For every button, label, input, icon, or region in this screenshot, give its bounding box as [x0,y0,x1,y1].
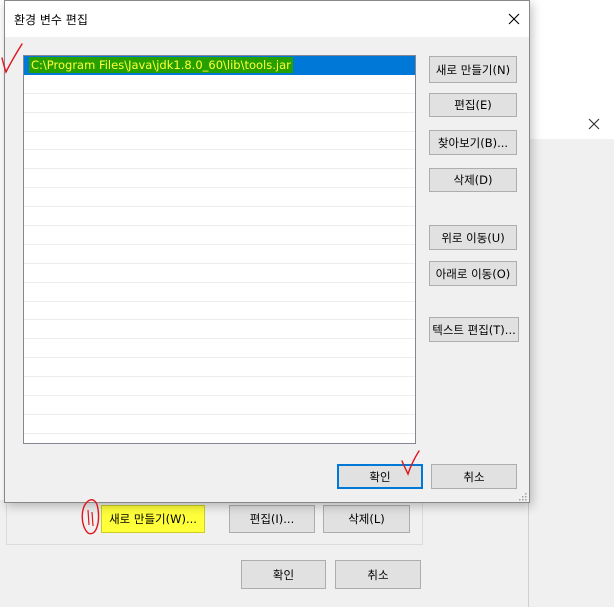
path-entries-list[interactable]: C:\Program Files\Java\jdk1.8.0_60\lib\to… [23,55,416,444]
list-item[interactable] [24,207,415,227]
list-item[interactable] [24,75,415,94]
background-button-area: 새로 만들기(W)... 편집(I)... 삭제(L) 확인 취소 [0,500,528,607]
dialog-cancel-button[interactable]: 취소 [431,464,517,489]
close-icon[interactable] [584,115,604,133]
dialog-ok-button[interactable]: 확인 [337,464,423,489]
ok-button[interactable]: 확인 [241,560,326,589]
list-item[interactable]: C:\Program Files\Java\jdk1.8.0_60\lib\to… [24,56,415,75]
list-item[interactable] [24,320,415,340]
new-variable-button[interactable]: 새로 만들기(W)... [101,505,205,533]
list-item[interactable] [24,396,415,415]
move-up-button[interactable]: 위로 이동(U) [429,225,517,250]
dialog-titlebar: 환경 변수 편집 [5,1,529,37]
list-item[interactable] [24,283,415,302]
delete-variable-button[interactable]: 삭제(L) [323,505,410,533]
background-dialog [528,108,614,607]
list-item[interactable] [24,377,415,397]
list-item[interactable] [24,113,415,132]
list-item[interactable] [24,302,415,321]
list-item[interactable] [24,94,415,113]
move-down-button[interactable]: 아래로 이동(O) [429,261,517,286]
background-dialog-titlebar [529,108,614,139]
list-item[interactable] [24,132,415,151]
list-item[interactable] [24,339,415,359]
close-icon[interactable] [501,9,527,29]
cancel-button[interactable]: 취소 [335,560,421,589]
list-item[interactable] [24,150,415,170]
list-item[interactable] [24,226,415,245]
list-item[interactable] [24,415,415,434]
resize-grip-icon[interactable] [517,490,527,501]
dialog-title: 환경 변수 편집 [14,13,88,27]
list-item[interactable] [24,245,415,264]
list-item-label: C:\Program Files\Java\jdk1.8.0_60\lib\to… [29,57,293,73]
new-entry-button[interactable]: 새로 만들기(N) [429,56,517,83]
edit-environment-variable-dialog: 환경 변수 편집 C:\Program Files\Java\jdk1.8.0_… [4,0,530,503]
list-item[interactable] [24,188,415,208]
list-item[interactable] [24,358,415,378]
delete-entry-button[interactable]: 삭제(D) [429,168,517,192]
edit-variable-button[interactable]: 편집(I)... [229,505,315,533]
browse-button[interactable]: 찾아보기(B)... [429,130,517,155]
list-item[interactable] [24,264,415,283]
list-item[interactable] [24,169,415,189]
edit-entry-button[interactable]: 편집(E) [429,93,517,117]
edit-text-button[interactable]: 텍스트 편집(T)... [429,317,519,342]
